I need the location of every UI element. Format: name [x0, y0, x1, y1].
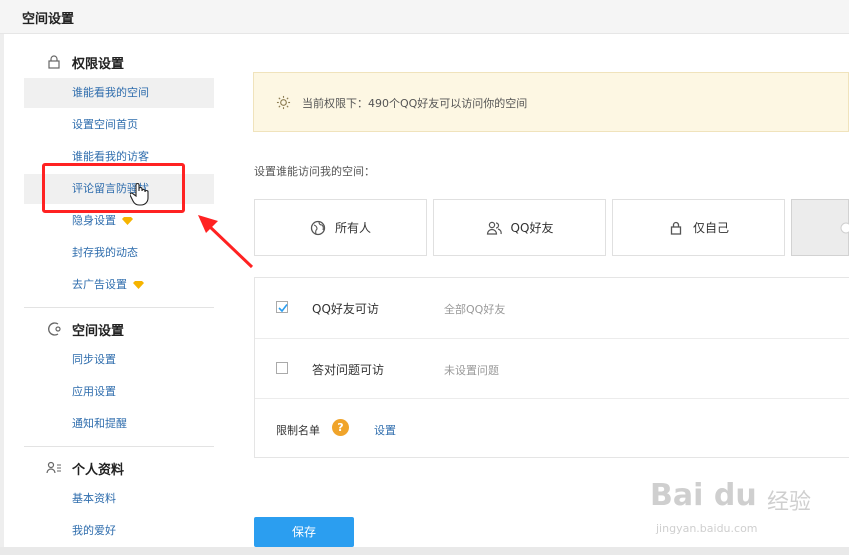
diamond-icon	[122, 217, 133, 225]
left-gutter	[0, 34, 4, 555]
sidebar-item-label: 同步设置	[72, 353, 116, 366]
sidebar-item-label: 隐身设置	[72, 214, 116, 227]
sidebar-item-basic-info[interactable]: 基本资料	[24, 484, 214, 514]
sidebar-item-label: 应用设置	[72, 385, 116, 398]
user-list-icon	[46, 461, 61, 474]
row-restrict-list: 限制名单 ? 设置	[255, 398, 849, 459]
restrict-set-link[interactable]: 设置	[374, 422, 396, 438]
permission-notice: 当前权限下：490个QQ好友可以访问你的空间	[253, 72, 849, 132]
sidebar-item-label: 我的爱好	[72, 524, 116, 537]
sidebar-item-label: 去广告设置	[72, 278, 127, 291]
restrict-label: 限制名单	[276, 424, 320, 437]
diamond-icon	[133, 281, 144, 289]
sidebar-item-label: 通知和提醒	[72, 417, 127, 430]
sidebar-item-label: 设置空间首页	[72, 118, 138, 131]
section-title: 空间设置	[72, 324, 125, 339]
sidebar-item-sync[interactable]: 同步设置	[24, 345, 214, 375]
watermark-logo: Bai du	[650, 478, 757, 513]
checkbox-answer-question[interactable]	[276, 362, 288, 374]
section-header-profile[interactable]: 个人资料	[24, 457, 214, 479]
access-detail-panel: QQ好友可访 全部QQ好友 答对问题可访 未设置问题 限制名单 ? 设置	[254, 277, 849, 458]
red-arrow-icon	[198, 215, 254, 269]
check-icon	[278, 304, 288, 313]
section-header-permissions[interactable]: 权限设置	[24, 51, 214, 73]
sidebar-divider	[24, 307, 214, 308]
row-qq-friends: QQ好友可访 全部QQ好友	[255, 278, 849, 338]
watermark: Bai du 经验 jingyan.baidu.com	[650, 478, 840, 540]
friends-icon	[486, 221, 502, 235]
sidebar-item-label: 谁能看我的访客	[72, 150, 149, 163]
access-option-everyone[interactable]: 所有人	[254, 199, 427, 256]
access-option-qq-friends[interactable]: QQ好友	[433, 199, 606, 256]
hand-cursor-icon	[130, 183, 149, 206]
sidebar-item-no-ads[interactable]: 去广告设置	[24, 270, 214, 300]
option-label: 所有人	[334, 221, 371, 235]
row-label: QQ好友可访	[312, 302, 379, 316]
sidebar-item-notifications[interactable]: 通知和提醒	[24, 409, 214, 439]
row-answer-question: 答对问题可访 未设置问题	[255, 338, 849, 399]
sun-icon	[276, 95, 291, 110]
lock-icon	[48, 55, 60, 69]
watermark-cn: 经验	[767, 490, 812, 515]
option-label: 仅自己	[692, 221, 729, 235]
checkbox-qq-friends[interactable]	[276, 301, 288, 313]
help-icon[interactable]: ?	[332, 419, 349, 436]
page-title: 空间设置	[22, 12, 75, 27]
access-option-custom[interactable]	[791, 199, 849, 256]
save-button[interactable]: 保存	[254, 517, 354, 547]
sidebar-item-label: 谁能看我的空间	[72, 86, 149, 99]
section-header-space[interactable]: 空间设置	[24, 318, 214, 340]
sidebar-item-homepage[interactable]: 设置空间首页	[24, 110, 214, 140]
share-icon	[48, 322, 61, 336]
row-desc: 全部QQ好友	[444, 303, 506, 316]
sidebar-item-apps[interactable]: 应用设置	[24, 377, 214, 407]
notice-text: 当前权限下：490个QQ好友可以访问你的空间	[302, 97, 528, 110]
access-label: 设置谁能访问我的空间：	[254, 165, 375, 178]
sidebar-divider	[24, 446, 214, 447]
section-title: 个人资料	[72, 463, 125, 478]
globe-icon	[310, 220, 326, 235]
sidebar-item-who-can-view[interactable]: 谁能看我的空间	[24, 78, 214, 108]
section-title: 权限设置	[72, 57, 125, 72]
row-label: 答对问题可访	[312, 363, 385, 377]
more-icon	[840, 222, 849, 233]
highlight-box	[42, 163, 185, 213]
row-desc: 未设置问题	[444, 364, 499, 377]
bottom-gutter	[0, 547, 849, 555]
sidebar-item-archive[interactable]: 封存我的动态	[24, 238, 214, 268]
option-label: QQ好友	[510, 221, 554, 235]
sidebar-item-hobbies[interactable]: 我的爱好	[24, 516, 214, 546]
sidebar-item-label: 封存我的动态	[72, 246, 138, 259]
sidebar-item-label: 基本资料	[72, 492, 116, 505]
top-bar: 空间设置	[0, 0, 849, 34]
access-option-only-me[interactable]: 仅自己	[612, 199, 785, 256]
lock-icon	[670, 221, 682, 235]
watermark-url: jingyan.baidu.com	[656, 522, 758, 535]
